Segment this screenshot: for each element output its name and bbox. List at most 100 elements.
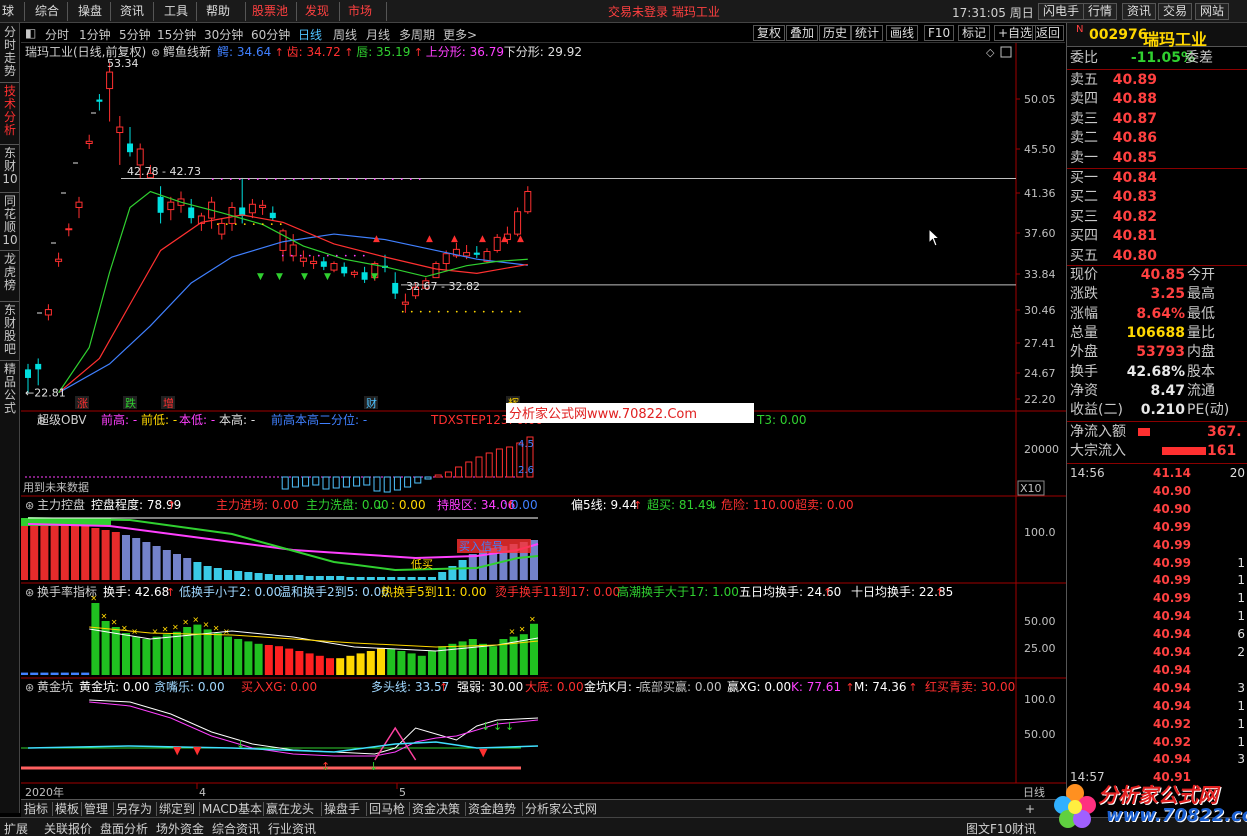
top-button-3[interactable]: 交易 <box>1158 3 1193 20</box>
menu-3[interactable]: 资讯 <box>120 3 144 20</box>
status-item-4[interactable]: 综合资讯 <box>212 820 260 836</box>
candle-body <box>85 140 93 145</box>
menu-2[interactable]: 操盘 <box>78 3 102 20</box>
toolbar-button-2[interactable]: 历史 <box>819 25 852 41</box>
top-button-0[interactable]: 闪电手 <box>1038 3 1085 20</box>
ask-label: 卖四 <box>1070 91 1098 108</box>
tab-period-7[interactable]: 周线 <box>333 26 357 43</box>
stat-row: 涨幅 8.64% 最低 <box>1067 305 1247 324</box>
menu-8[interactable]: 市场 <box>348 3 372 20</box>
toolbar-button-7[interactable]: +自选 <box>994 25 1037 41</box>
menu-7[interactable]: 发现 <box>305 3 329 20</box>
tick-volume: 1 <box>1237 573 1245 588</box>
fractal-dot: • <box>418 176 422 183</box>
add-tab-button[interactable]: + <box>1025 801 1035 817</box>
tab-period-6[interactable]: 日线 <box>298 26 322 43</box>
bottom-tab-9[interactable]: 资金决策 <box>412 801 460 817</box>
turnover-bar <box>397 651 406 675</box>
turnover-bar <box>162 634 171 675</box>
toolbar-button-8[interactable]: 返回 <box>1032 25 1065 41</box>
left-nav-item-6[interactable]: 精品公式 <box>2 363 18 415</box>
left-nav-item-4[interactable]: 龙虎榜 <box>2 253 18 292</box>
status-item-1[interactable]: 关联报价 <box>44 820 92 836</box>
stat-label-2: 股本 <box>1187 363 1215 380</box>
fractal-dot: • <box>509 309 513 316</box>
status-item-2[interactable]: 盘面分析 <box>100 820 148 836</box>
toolbar-button-6[interactable]: 标记 <box>958 25 991 41</box>
status-item-3[interactable]: 场外资金 <box>156 820 204 836</box>
bottom-tab-11[interactable]: 分析家公式网 <box>525 801 597 817</box>
menu-0[interactable]: 球 <box>2 3 14 20</box>
obv-bar <box>506 446 514 478</box>
chart-area[interactable]: 50.05 45.50 41.36 37.60 33.84 30.46 27.41 24.67… <box>21 43 1066 799</box>
bottom-tab-7[interactable]: 操盘手 <box>324 801 360 817</box>
turnover-bar <box>530 623 538 675</box>
bid-row: 买二 40.83 <box>1067 188 1247 207</box>
candle-body <box>524 191 532 213</box>
turnover-bar <box>468 639 477 675</box>
main-indicator-4: 下分形: 29.92 <box>504 45 582 59</box>
tick-row: 14:56 41.14 20 <box>1067 464 1247 482</box>
bottom-tab-separator <box>52 802 53 816</box>
fractal-dot: • <box>337 176 341 183</box>
toolbar-button-3[interactable]: 统计 <box>851 25 884 41</box>
control-bar <box>162 550 171 580</box>
obv-bar <box>353 476 361 487</box>
menu-6[interactable]: 股票池 <box>252 3 288 20</box>
fractal-dot: • <box>373 176 377 183</box>
menu-5[interactable]: 帮助 <box>206 3 230 20</box>
toolbar-button-1[interactable]: 叠加 <box>786 25 819 41</box>
left-nav-item-3[interactable]: 同花顺10 <box>2 195 18 247</box>
bottom-tab-8[interactable]: 回马枪 <box>369 801 405 817</box>
top-button-1[interactable]: 行情 <box>1083 3 1118 20</box>
tab-period-9[interactable]: 多周期 <box>399 26 435 43</box>
status-item-7[interactable]: 财讯 <box>1012 820 1036 836</box>
main-indicator-1: 齿: 34.72 <box>287 45 341 59</box>
toggle-icon[interactable]: ◧ <box>25 26 36 40</box>
menu-4[interactable]: 工具 <box>164 3 188 20</box>
turnover-field-0: 换手: 42.68 <box>103 585 169 599</box>
fractal-dot: • <box>346 176 350 183</box>
left-nav-item-2[interactable]: 东财10 <box>2 147 18 186</box>
bottom-tab-2[interactable]: 管理 <box>84 801 108 817</box>
bottom-tab-4[interactable]: 绑定到 <box>159 801 195 817</box>
bottom-tab-10[interactable]: 资金趋势 <box>468 801 516 817</box>
bottom-tab-6[interactable]: 嬴在龙头 <box>266 801 314 817</box>
tab-period-1[interactable]: 1分钟 <box>79 26 111 43</box>
candle-body <box>35 363 42 370</box>
top-button-2[interactable]: 资讯 <box>1122 3 1157 20</box>
status-item-6[interactable]: 图文F10 <box>966 820 1012 836</box>
bottom-tab-5[interactable]: MACD基本 <box>202 801 262 817</box>
toolbar-button-4[interactable]: 画线 <box>886 25 919 41</box>
left-nav-item-5[interactable]: 东财股吧 <box>2 304 18 356</box>
control-bar <box>152 546 161 580</box>
turnover-bar <box>71 672 79 675</box>
menu-1[interactable]: 综合 <box>35 3 59 20</box>
control-bar <box>305 576 314 580</box>
stat-row: 净资 8.47 流通 <box>1067 382 1247 401</box>
bottom-tab-0[interactable]: 指标 <box>24 801 48 817</box>
tab-period-8[interactable]: 月线 <box>366 26 390 43</box>
tab-period-10[interactable]: 更多> <box>443 26 477 43</box>
left-nav-item-0[interactable]: 分时走势 <box>2 26 18 78</box>
left-nav-item-1[interactable]: 技术分析 <box>2 85 18 137</box>
tab-period-5[interactable]: 60分钟 <box>251 26 290 43</box>
turnover-mark-icon: ✕ <box>90 594 97 603</box>
status-item-5[interactable]: 行业资讯 <box>268 820 316 836</box>
tick-row: 40.99 <box>1067 536 1247 554</box>
toolbar-button-5[interactable]: F10 <box>924 25 955 41</box>
tab-period-4[interactable]: 30分钟 <box>204 26 243 43</box>
bottom-tab-1[interactable]: 模板 <box>55 801 79 817</box>
stat-row: 收益(二) 0.210 PE(动) <box>1067 401 1247 420</box>
tab-period-2[interactable]: 5分钟 <box>119 26 151 43</box>
flow-label: 净流入额 <box>1070 424 1126 440</box>
fractal-dot: • <box>353 253 357 260</box>
tick-row: 40.94 <box>1067 661 1247 679</box>
bottom-tab-3[interactable]: 另存为 <box>116 801 152 817</box>
top-button-4[interactable]: 网站 <box>1195 3 1230 20</box>
tab-period-0[interactable]: 分时 <box>45 26 69 43</box>
toolbar-button-0[interactable]: 复权 <box>753 25 786 41</box>
status-item-0[interactable]: 扩展 <box>4 820 28 836</box>
gold-field-3: 多头线: 33.57 <box>371 680 449 694</box>
tab-period-3[interactable]: 15分钟 <box>157 26 196 43</box>
